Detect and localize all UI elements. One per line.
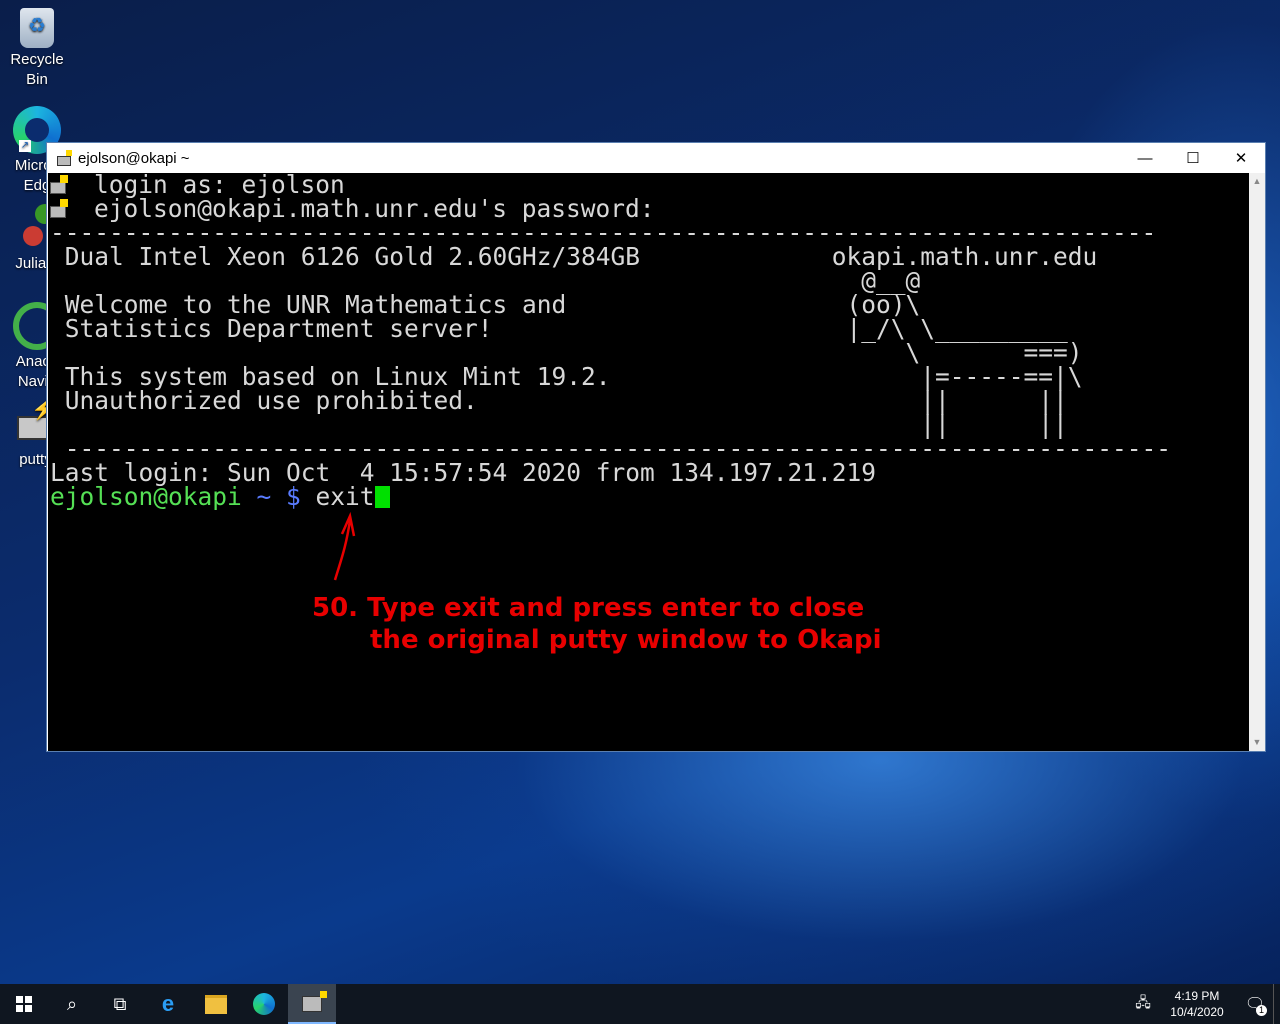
clock-time: 4:19 PM [1174,989,1220,1003]
internet-explorer-icon[interactable]: e [144,984,192,1024]
annotation-text-line1: 50. Type exit and press enter to close [312,593,865,623]
system-tray: 🖧 4:19 PM 10/4/2020 🗨 1 [1129,984,1280,1024]
desktop-icon-label: Recycle Bin [10,51,64,88]
task-view-icon[interactable]: ⧉ [96,984,144,1024]
key-icon [50,175,72,195]
desktop-icon-recycle-bin[interactable]: Recycle Bin [0,8,74,90]
scrollbar[interactable]: ▲ ▼ [1249,173,1265,751]
scroll-up-arrow-icon[interactable]: ▲ [1249,173,1265,190]
prompt-user: ejolson@okapi [50,482,242,511]
window-titlebar[interactable]: ejolson@okapi ~ — ☐ ✕ [47,143,1265,173]
terminal-area[interactable]: login as: ejolson ejolson@okapi.math.unr… [48,173,1250,751]
notification-icon[interactable]: 🗨 1 [1237,984,1273,1024]
edge-taskbar-icon[interactable] [240,984,288,1024]
annotation-text-line2: the original putty window to Okapi [370,625,882,655]
terminal-cursor [374,486,390,508]
scroll-down-arrow-icon[interactable]: ▼ [1249,734,1265,751]
file-explorer-icon[interactable] [192,984,240,1024]
prompt-line[interactable]: ejolson@okapi ~ $ exit [50,482,390,511]
taskbar: ⌕ ⧉ e 🖧 4:19 PM 10/4/2020 🗨 1 [0,984,1280,1024]
putty-icon[interactable] [56,150,72,166]
prompt-path: ~ $ [241,482,316,511]
command-text: exit [315,482,375,511]
maximize-button[interactable]: ☐ [1169,143,1217,173]
putty-window[interactable]: ejolson@okapi ~ — ☐ ✕ login as: ejolson … [46,142,1266,752]
recycle-bin-icon [20,8,54,48]
window-title: ejolson@okapi ~ [78,149,190,167]
notification-count: 1 [1256,1005,1267,1016]
close-button[interactable]: ✕ [1217,143,1265,173]
minimize-button[interactable]: — [1121,143,1169,173]
clock[interactable]: 4:19 PM 10/4/2020 [1163,988,1231,1020]
putty-taskbar-icon[interactable] [288,984,336,1024]
show-desktop-button[interactable] [1273,984,1280,1024]
annotation-arrow [333,511,356,581]
search-icon[interactable]: ⌕ [48,984,96,1024]
key-icon [50,199,72,219]
clock-date: 10/4/2020 [1170,1005,1224,1019]
start-button[interactable] [0,984,48,1024]
windows-logo-icon [16,996,32,1012]
network-icon[interactable]: 🖧 [1129,984,1157,1024]
